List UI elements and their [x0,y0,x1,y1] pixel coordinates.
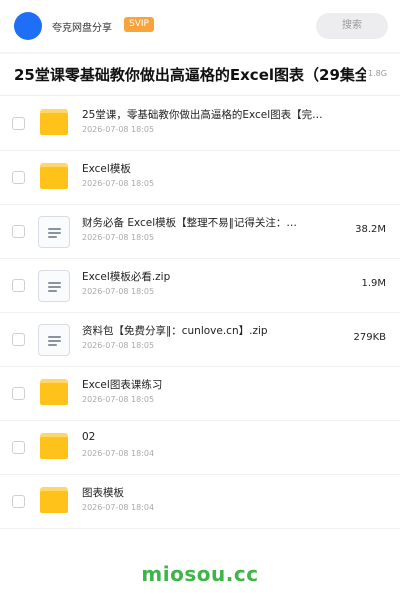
file-row[interactable]: Excel模板必看.zip 2026-07-08 18:05 1.9M [0,259,400,313]
folder-icon [40,163,68,189]
svip-badge: SVIP [124,17,154,32]
file-row[interactable]: 02 2026-07-08 18:04 [0,421,400,475]
select-checkbox[interactable] [12,441,25,454]
file-row[interactable]: 资料包【免费分享‖：cunlove.cn】.zip 2026-07-08 18:0… [0,313,400,367]
share-title-row: 25堂课零基础教你做出高逼格的Excel图表（29集全） 1.8G [0,54,400,96]
share-size: 1.8G [368,69,387,78]
file-name: 资料包【免费分享‖：cunlove.cn】.zip [82,325,268,337]
file-date: 2026-07-08 18:05 [82,287,155,296]
document-icon [38,216,70,248]
file-list: 25堂课，零基础教你做出高逼格的Excel图表【完… 2026-07-08 18:… [0,97,400,529]
file-date: 2026-07-08 18:04 [82,503,155,512]
select-checkbox[interactable] [12,225,25,238]
select-checkbox[interactable] [12,171,25,184]
file-date: 2026-07-08 18:05 [82,125,155,134]
folder-icon [40,487,68,513]
file-name: Excel模板必看.zip [82,271,171,283]
file-row[interactable]: 图表模板 2026-07-08 18:04 [0,475,400,529]
file-name: 02 [82,431,96,443]
file-size: 1.9M [361,278,386,289]
file-size: 38.2M [355,224,386,235]
avatar[interactable] [14,12,42,40]
file-size: 279KB [353,332,386,343]
file-name: Excel模板 [82,163,131,175]
username: 夸克网盘分享 [52,23,112,34]
select-checkbox[interactable] [12,117,25,130]
file-date: 2026-07-08 18:05 [82,233,155,242]
folder-icon [40,433,68,459]
select-checkbox[interactable] [12,387,25,400]
footer: miosou.cc [0,548,400,600]
file-date: 2026-07-08 18:04 [82,449,155,458]
share-title: 25堂课零基础教你做出高逼格的Excel图表（29集全） [14,66,366,84]
file-name: 25堂课，零基础教你做出高逼格的Excel图表【完… [82,109,323,121]
file-date: 2026-07-08 18:05 [82,179,155,188]
folder-icon [40,379,68,405]
select-checkbox[interactable] [12,333,25,346]
watermark: miosou.cc [141,562,259,586]
top-bar: 夸克网盘分享 SVIP 搜索 [0,0,400,52]
search-button[interactable]: 搜索 [316,13,388,39]
file-row[interactable]: Excel图表课练习 2026-07-08 18:05 [0,367,400,421]
file-row[interactable]: 25堂课，零基础教你做出高逼格的Excel图表【完… 2026-07-08 18:… [0,97,400,151]
file-row[interactable]: 财务必备 Excel模板【整理不易‖记得关注：… 2026-07-08 18:05… [0,205,400,259]
file-name: Excel图表课练习 [82,379,163,391]
file-date: 2026-07-08 18:05 [82,341,155,350]
document-icon [38,270,70,302]
file-panel: 25堂课零基础教你做出高逼格的Excel图表（29集全） 1.8G 25堂课，零… [0,54,400,548]
folder-icon [40,109,68,135]
file-date: 2026-07-08 18:05 [82,395,155,404]
document-icon [38,324,70,356]
file-name: 图表模板 [82,487,124,499]
select-checkbox[interactable] [12,279,25,292]
file-name: 财务必备 Excel模板【整理不易‖记得关注：… [82,217,297,229]
select-checkbox[interactable] [12,495,25,508]
file-row[interactable]: Excel模板 2026-07-08 18:05 [0,151,400,205]
